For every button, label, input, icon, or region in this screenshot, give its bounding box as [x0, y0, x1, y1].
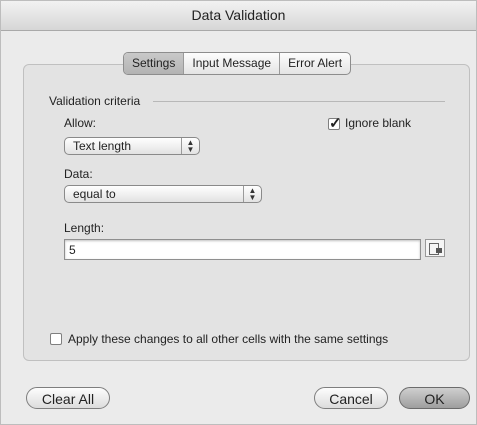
data-label: Data:	[64, 167, 93, 181]
tab-settings[interactable]: Settings	[124, 53, 185, 74]
tab-error-alert[interactable]: Error Alert	[280, 53, 350, 74]
data-validation-dialog: Data Validation Settings Input Message E…	[0, 0, 477, 425]
popup-arrows-icon: ▲ ▼	[243, 186, 261, 202]
allow-label: Allow:	[64, 116, 97, 130]
titlebar: Data Validation	[1, 1, 476, 31]
length-input[interactable]: 5	[64, 239, 421, 260]
length-input-value: 5	[69, 243, 76, 257]
clear-all-button[interactable]: Clear All	[26, 387, 110, 409]
dialog-title: Data Validation	[191, 7, 286, 23]
apply-all-label: Apply these changes to all other cells w…	[68, 332, 389, 346]
tab-input-message[interactable]: Input Message	[184, 53, 281, 74]
length-label: Length:	[64, 221, 105, 235]
ignore-blank-label: Ignore blank	[345, 116, 412, 130]
validation-criteria-label: Validation criteria	[49, 94, 141, 108]
popup-arrows-icon: ▲ ▼	[181, 138, 199, 154]
ignore-blank-checkbox[interactable]	[328, 114, 342, 132]
ok-button[interactable]: OK	[399, 387, 470, 409]
allow-select-value: Text length	[73, 139, 132, 153]
apply-all-checkbox[interactable]	[50, 333, 62, 345]
group-divider	[153, 101, 445, 102]
cancel-button[interactable]: Cancel	[314, 387, 388, 409]
settings-panel	[23, 64, 470, 361]
data-select-value: equal to	[73, 187, 116, 201]
allow-select[interactable]: Text length ▲ ▼	[64, 137, 200, 155]
range-selector-icon[interactable]	[425, 239, 445, 257]
data-select[interactable]: equal to ▲ ▼	[64, 185, 262, 203]
tab-bar: Settings Input Message Error Alert	[123, 52, 352, 75]
